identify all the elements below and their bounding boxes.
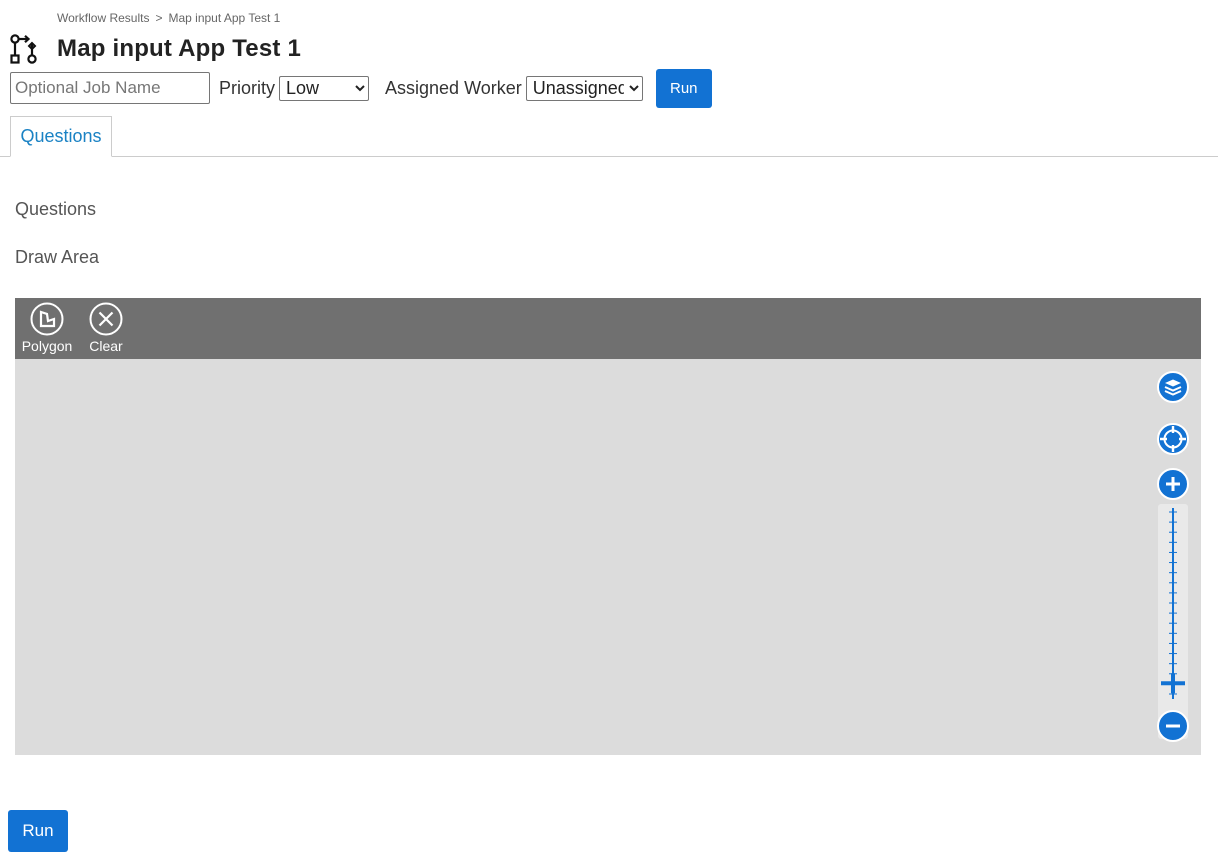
breadcrumb-separator: > xyxy=(155,11,163,25)
run-button-top[interactable]: Run xyxy=(655,68,712,108)
zoom-in-icon[interactable] xyxy=(1157,468,1189,500)
locate-icon[interactable] xyxy=(1157,423,1189,455)
layers-icon[interactable] xyxy=(1157,371,1189,403)
zoom-out-icon[interactable] xyxy=(1157,710,1189,742)
page-title: Map input App Test 1 xyxy=(57,35,301,62)
tab-bar: Questions xyxy=(0,116,1218,157)
zoom-slider[interactable] xyxy=(1158,504,1188,739)
clear-tool-button[interactable]: Clear xyxy=(76,302,136,354)
polygon-tool-label: Polygon xyxy=(21,338,73,354)
breadcrumb: Workflow Results > Map input App Test 1 xyxy=(57,11,280,25)
assigned-worker-select[interactable]: Unassigned xyxy=(525,75,643,101)
job-name-input[interactable] xyxy=(10,72,210,104)
title-row: Map input App Test 1 xyxy=(10,34,301,64)
priority-select[interactable]: Low xyxy=(279,75,370,101)
breadcrumb-item-workflow-results[interactable]: Workflow Results xyxy=(57,11,149,25)
run-button-bottom[interactable]: Run xyxy=(8,810,68,852)
clear-tool-label: Clear xyxy=(89,338,123,354)
map-canvas[interactable] xyxy=(15,359,1201,755)
questions-heading: Questions xyxy=(15,199,97,219)
polygon-icon xyxy=(30,302,64,336)
assigned-worker-label: Assigned Worker xyxy=(385,77,522,98)
clear-icon xyxy=(89,302,123,336)
breadcrumb-item-current: Map input App Test 1 xyxy=(168,11,281,25)
priority-label: Priority xyxy=(219,77,276,98)
polygon-tool-button[interactable]: Polygon xyxy=(17,302,77,354)
draw-area-label: Draw Area xyxy=(15,247,100,267)
job-controls: Priority Low Assigned Worker Unassigned … xyxy=(10,68,712,108)
map-draw-toolbar: Polygon Clear xyxy=(15,298,1201,359)
tab-questions[interactable]: Questions xyxy=(10,116,112,157)
workflow-icon xyxy=(10,34,37,64)
